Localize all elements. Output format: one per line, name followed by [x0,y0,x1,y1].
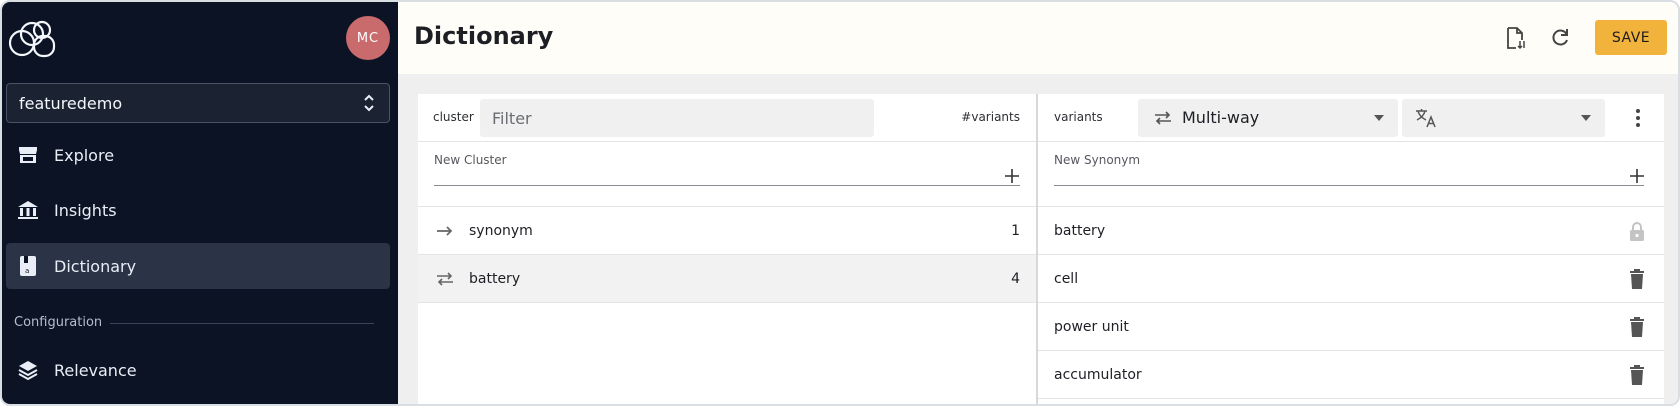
nav-item-label: Relevance [54,360,137,380]
caret-down-icon [1374,115,1384,121]
nav-item-insights[interactable]: Insights [6,187,390,233]
nav-item-explore[interactable]: Explore [6,132,390,178]
cluster-column-label: cluster [433,110,474,124]
cluster-variant-count: 4 [1011,270,1020,287]
save-button[interactable]: SAVE [1595,20,1667,55]
add-cluster-icon[interactable] [1003,167,1021,185]
logo-icon[interactable] [8,20,56,58]
arrow-right-icon [437,225,453,236]
variants-count-column-label: #variants [961,110,1020,124]
language-dropdown[interactable] [1402,99,1605,137]
variant-row[interactable]: cell [1038,255,1664,303]
variants-column-label: variants [1054,110,1103,124]
variant-text: battery [1054,222,1106,239]
nav-item-dictionary[interactable]: a Dictionary [6,243,390,289]
nav-item-relevance[interactable]: Relevance [6,347,390,393]
translate-icon [1416,109,1436,128]
delete-icon[interactable] [1626,268,1648,290]
unfold-icon [364,94,374,112]
nav-item-label: Explore [54,145,115,165]
cluster-header-row: cluster Filter #variants [418,94,1036,142]
cluster-row[interactable]: synonym 1 [418,207,1036,255]
variant-type-dropdown[interactable]: Multi-way [1138,99,1398,137]
new-cluster-field-label: New Cluster [434,153,507,167]
swap-horizontal-icon [437,271,453,286]
variant-text: cell [1054,270,1079,287]
new-cluster-row: New Cluster [418,142,1036,207]
cluster-filter-input[interactable]: Filter [480,99,874,137]
project-select-value: featuredemo [19,93,123,113]
variant-text: accumulator [1054,366,1142,383]
layers-icon [16,358,40,382]
file-import-icon[interactable] [1503,26,1527,50]
delete-icon[interactable] [1626,316,1648,338]
more-vertical-icon[interactable] [1635,108,1641,128]
header: Dictionary SAVE [398,2,1678,74]
project-select[interactable]: featuredemo [6,83,390,123]
cluster-name: battery [469,270,521,287]
page-title: Dictionary [414,22,554,50]
cluster-row-selected[interactable]: battery 4 [418,255,1036,303]
dictionary-icon: a [16,254,40,278]
nav-item-label: Insights [54,200,117,220]
svg-text:a: a [25,267,29,275]
variant-type-value: Multi-way [1182,108,1260,127]
store-icon [16,143,40,167]
variant-text: power unit [1054,318,1129,335]
variant-row[interactable]: battery [1038,207,1664,255]
add-synonym-icon[interactable] [1628,167,1646,185]
new-synonym-field-label: New Synonym [1054,153,1141,167]
refresh-icon[interactable] [1548,26,1572,50]
swap-horizontal-icon [1155,111,1171,125]
nav-item-label: Dictionary [54,256,137,276]
app-window: MC featuredemo Explore Insights a Dictio… [0,0,1680,406]
lock-icon [1630,221,1644,241]
new-synonym-row: New Synonym [1038,142,1664,207]
cluster-variant-count: 1 [1011,222,1020,239]
section-label-configuration: Configuration [14,315,103,330]
avatar[interactable]: MC [346,16,390,60]
cluster-panel: cluster Filter #variants New Cluster syn… [418,94,1036,404]
delete-icon[interactable] [1626,364,1648,386]
variants-panel: variants Multi-way New Synonym battery c… [1038,94,1664,404]
new-synonym-input[interactable] [1054,185,1644,186]
cluster-name: synonym [469,222,533,239]
section-divider [110,323,374,324]
sidebar: MC featuredemo Explore Insights a Dictio… [2,2,398,404]
variant-row[interactable]: power unit [1038,303,1664,351]
main-content: Dictionary SAVE cluster Filter #variants… [398,2,1678,404]
caret-down-icon [1581,115,1591,121]
variant-row[interactable]: accumulator [1038,351,1664,399]
bank-icon [16,198,40,222]
new-cluster-input[interactable] [434,185,1020,186]
variants-header-row: variants Multi-way [1038,94,1664,142]
